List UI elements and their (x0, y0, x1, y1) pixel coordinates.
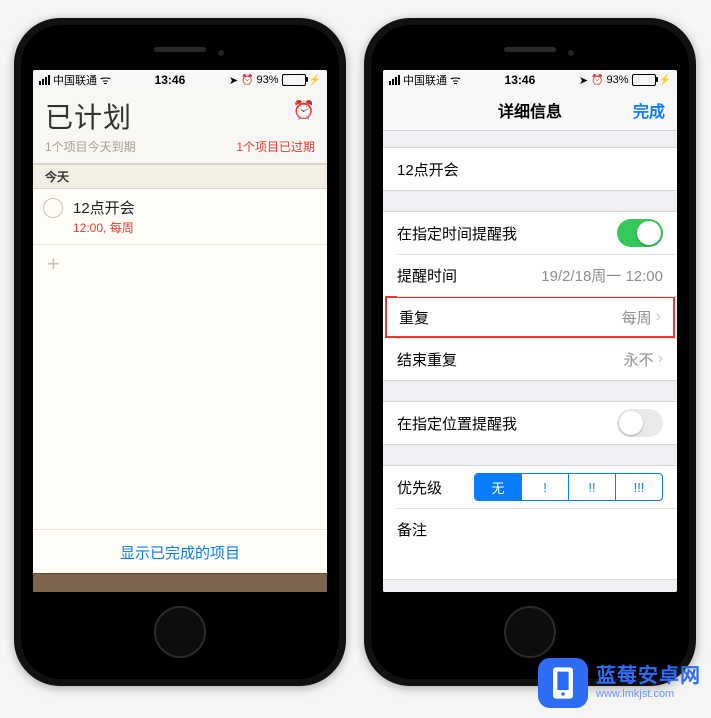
carrier-label: 中国联通 (403, 72, 447, 88)
wifi-icon: ᯤ (100, 74, 111, 86)
overdue-label: 1个项目已过期 (236, 138, 315, 155)
location-icon: ➤ (579, 74, 588, 87)
remind-location-label: 在指定位置提醒我 (397, 413, 517, 434)
phone-right: 中国联通 ᯤ 13:46 ➤ ⏰ 93% ⚡ 详细信息 完成 (364, 18, 696, 686)
battery-icon (632, 74, 656, 86)
remind-location-switch[interactable] (617, 409, 663, 437)
phone-left: 中国联通 ᯤ 13:46 ➤ ⏰ 93% ⚡ 已计划 ⏰ (14, 18, 346, 686)
reminder-title: 12点开会 (73, 197, 135, 218)
alarm-status-icon: ⏰ (241, 75, 253, 86)
alarm-row[interactable]: 提醒时间 19/2/18周一 12:00 (383, 254, 677, 296)
chevron-right-icon: › (658, 350, 663, 368)
status-time: 13:46 (155, 73, 186, 87)
location-icon: ➤ (229, 74, 238, 87)
nav-title: 详细信息 (498, 98, 562, 122)
repeat-value: 每周 (622, 307, 652, 328)
alarm-icon[interactable]: ⏰ (293, 100, 315, 121)
end-repeat-value: 永不 (624, 349, 654, 370)
charge-icon: ⚡ (659, 75, 671, 86)
alarm-label: 提醒时间 (397, 265, 457, 286)
signal-icon (389, 75, 400, 85)
watermark: 蓝莓安卓网 www.lmkjst.com (538, 658, 701, 708)
watermark-name: 蓝莓安卓网 (596, 665, 701, 688)
home-button[interactable] (504, 606, 556, 658)
priority-low[interactable]: ! (521, 474, 568, 500)
title-value: 12点开会 (397, 159, 459, 180)
reminder-row[interactable]: 12点开会 12:00, 每周 (33, 189, 327, 244)
remind-time-switch[interactable] (617, 219, 663, 247)
priority-none[interactable]: 无 (475, 474, 521, 500)
charge-icon: ⚡ (309, 75, 321, 86)
list-title: 已计划 (45, 96, 132, 136)
status-time: 13:46 (505, 73, 536, 87)
due-today-label: 1个项目今天到期 (45, 138, 136, 155)
add-reminder-button[interactable]: + (33, 244, 327, 283)
chevron-right-icon: › (656, 308, 661, 326)
title-field[interactable]: 12点开会 (383, 148, 677, 190)
reminder-detail: 12:00, 每周 (73, 219, 135, 236)
alarm-status-icon: ⏰ (591, 75, 603, 86)
complete-radio[interactable] (43, 198, 63, 218)
home-button[interactable] (154, 606, 206, 658)
battery-pct: 93% (257, 74, 279, 86)
section-header-today: 今天 (33, 164, 327, 189)
priority-segmented[interactable]: 无 ! !! !!! (474, 473, 663, 501)
priority-med[interactable]: !! (568, 474, 615, 500)
done-button[interactable]: 完成 (633, 98, 665, 122)
end-repeat-row[interactable]: 结束重复 永不 › (383, 338, 677, 380)
priority-high[interactable]: !!! (615, 474, 662, 500)
battery-icon (282, 74, 306, 86)
list-header: 已计划 ⏰ 1个项目今天到期 1个项目已过期 (33, 90, 327, 164)
remind-location-toggle-row: 在指定位置提醒我 (383, 402, 677, 444)
remind-time-label: 在指定时间提醒我 (397, 223, 517, 244)
repeat-row[interactable]: 重复 每周 › (383, 296, 677, 338)
priority-label: 优先级 (397, 477, 442, 498)
notes-label: 备注 (397, 519, 427, 540)
watermark-logo-icon (538, 658, 588, 708)
show-completed-button[interactable]: 显示已完成的项目 (33, 529, 327, 573)
remind-time-toggle-row: 在指定时间提醒我 (383, 212, 677, 254)
notes-field[interactable]: 备注 (383, 508, 677, 579)
carrier-label: 中国联通 (53, 72, 97, 88)
wifi-icon: ᯤ (450, 74, 461, 86)
alarm-value: 19/2/18周一 12:00 (541, 265, 663, 286)
speaker (504, 47, 556, 52)
front-camera (568, 50, 574, 56)
watermark-url: www.lmkjst.com (596, 688, 701, 701)
status-bar: 中国联通 ᯤ 13:46 ➤ ⏰ 93% ⚡ (383, 70, 677, 90)
bottom-bar (33, 573, 327, 592)
end-repeat-label: 结束重复 (397, 349, 457, 370)
front-camera (218, 50, 224, 56)
signal-icon (39, 75, 50, 85)
repeat-label: 重复 (399, 307, 429, 328)
speaker (154, 47, 206, 52)
nav-bar: 详细信息 完成 (383, 90, 677, 131)
status-bar: 中国联通 ᯤ 13:46 ➤ ⏰ 93% ⚡ (33, 70, 327, 90)
priority-row: 优先级 无 ! !! !!! (383, 466, 677, 508)
battery-pct: 93% (607, 74, 629, 86)
